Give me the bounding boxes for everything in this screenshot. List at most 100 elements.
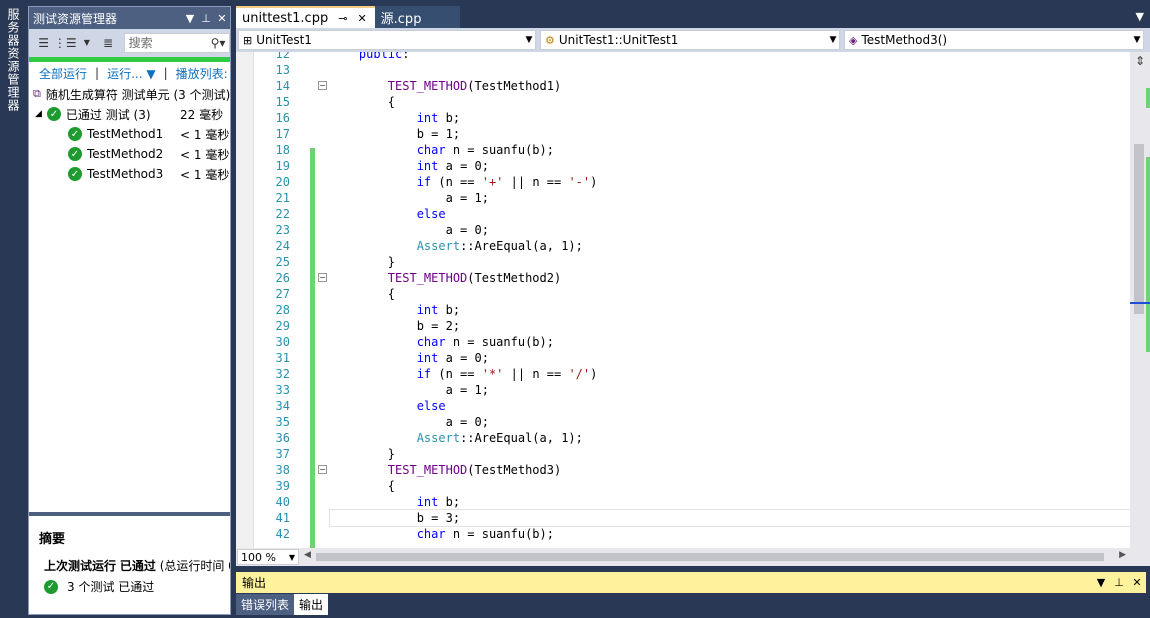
- code-lines[interactable]: public: TEST_METHOD(TestMethod1) { int b…: [329, 52, 1131, 542]
- code-line[interactable]: public:: [330, 52, 1130, 62]
- scroll-change-marker: [1146, 157, 1150, 352]
- server-explorer-tab[interactable]: 服务器资源管理器: [0, 0, 27, 618]
- test-row[interactable]: ✓ TestMethod2 < 1 毫秒: [29, 144, 230, 164]
- line-number: 17: [275, 127, 290, 141]
- test-row[interactable]: ✓ TestMethod1 < 1 毫秒: [29, 124, 230, 144]
- tab-output[interactable]: 输出: [294, 594, 329, 615]
- editor-bottom-bar: 100 % ▼ ◀ ▶: [236, 548, 1150, 566]
- code-line[interactable]: b = 3;: [329, 509, 1131, 527]
- class-dropdown[interactable]: ⚙ UnitTest1::UnitTest1 ▼: [540, 30, 840, 50]
- code-line[interactable]: int b;: [330, 302, 1130, 318]
- passed-group-row[interactable]: ◢ ✓ 已通过 测试 (3) 22 毫秒: [29, 104, 230, 124]
- code-line[interactable]: Assert::AreEqual(a, 1);: [330, 238, 1130, 254]
- code-line[interactable]: if (n == '+' || n == '-'): [330, 174, 1130, 190]
- code-line[interactable]: char n = suanfu(b);: [330, 526, 1130, 542]
- code-line[interactable]: int b;: [330, 494, 1130, 510]
- horizontal-scrollbar[interactable]: ◀ ▶: [302, 548, 1130, 566]
- code-line[interactable]: TEST_METHOD(TestMethod2): [330, 270, 1130, 286]
- panel-dropdown-icon[interactable]: ▼: [1092, 576, 1110, 589]
- vertical-scrollbar[interactable]: ⇕: [1130, 52, 1150, 548]
- columns-icon[interactable]: ≣: [99, 34, 116, 52]
- zoom-dropdown[interactable]: 100 % ▼: [237, 549, 299, 565]
- caret-position-marker: [1130, 302, 1150, 304]
- line-number: 23: [275, 223, 290, 237]
- close-icon[interactable]: ✕: [357, 12, 366, 25]
- code-text-area[interactable]: 12 13 14 15 16 17 18 19 20 21 22 23 24 25 26 27 28 29 30 31…: [236, 52, 1150, 548]
- code-line[interactable]: int a = 0;: [330, 158, 1130, 174]
- passed-group-time: 22 毫秒: [180, 107, 224, 122]
- panel-dropdown-icon[interactable]: ▼: [182, 12, 198, 25]
- tab-error-list[interactable]: 错误列表: [236, 594, 295, 615]
- filter-dropdown-icon[interactable]: ▼: [78, 34, 95, 52]
- test-time: < 1 毫秒: [180, 167, 230, 182]
- test-row[interactable]: ✓ TestMethod3 < 1 毫秒: [29, 164, 230, 184]
- code-line[interactable]: TEST_METHOD(TestMethod1): [330, 78, 1130, 94]
- split-icon[interactable]: ⇕: [1132, 54, 1148, 68]
- tab-unittest1[interactable]: unittest1.cpp ⊸ ✕: [236, 6, 375, 28]
- line-number: 33: [275, 383, 290, 397]
- code-line[interactable]: }: [330, 446, 1130, 462]
- pin-icon[interactable]: ⊥: [1110, 576, 1128, 589]
- line-number: 13: [275, 63, 290, 77]
- code-line[interactable]: a = 0;: [330, 222, 1130, 238]
- code-line[interactable]: b = 1;: [330, 126, 1130, 142]
- run-all-link[interactable]: 全部运行: [39, 65, 87, 82]
- code-line[interactable]: a = 0;: [330, 414, 1130, 430]
- code-line[interactable]: int a = 0;: [330, 350, 1130, 366]
- code-line[interactable]: [330, 62, 1130, 78]
- code-line[interactable]: Assert::AreEqual(a, 1);: [330, 430, 1130, 446]
- test-search-input[interactable]: 搜索 ⚲▾: [123, 32, 230, 53]
- test-project-icon: ⧉: [33, 87, 41, 100]
- indicator-margin[interactable]: [236, 52, 254, 548]
- line-number: 18: [275, 143, 290, 157]
- line-number: 30: [275, 335, 290, 349]
- last-run-status: 已通过: [119, 559, 156, 573]
- line-number: 36: [275, 431, 290, 445]
- pass-icon: ✓: [68, 167, 82, 181]
- bottom-tool-tabs: 错误列表 输出: [236, 594, 329, 616]
- collapse-arrow-icon[interactable]: ◢: [35, 109, 42, 119]
- code-line[interactable]: {: [330, 94, 1130, 110]
- code-line[interactable]: a = 1;: [330, 382, 1130, 398]
- search-icon[interactable]: ⚲▾: [207, 36, 229, 50]
- collapse-region-icon[interactable]: −: [318, 465, 327, 474]
- project-row[interactable]: ⧉ 随机生成算符 测试单元 (3 个测试): [29, 84, 230, 104]
- chevron-down-icon: ▼: [829, 35, 837, 45]
- scroll-left-icon[interactable]: ◀: [304, 550, 311, 560]
- collapse-region-icon[interactable]: −: [318, 81, 327, 90]
- sort-icon[interactable]: ⋮☰: [54, 34, 77, 52]
- code-line[interactable]: b = 2;: [330, 318, 1130, 334]
- code-line[interactable]: char n = suanfu(b);: [330, 142, 1130, 158]
- test-explorer-panel: 测试资源管理器 ▼ ⊥ ✕ ☰ ⋮☰ ▼ ≣ 搜索 ⚲▾ 全部运行 | 运行..…: [28, 6, 231, 615]
- pin-icon[interactable]: ⊥: [198, 12, 214, 25]
- summary-result: ✓ 3 个测试 已通过: [44, 578, 230, 595]
- group-by-icon[interactable]: ☰: [35, 34, 52, 52]
- code-line[interactable]: a = 1;: [330, 190, 1130, 206]
- code-line[interactable]: int b;: [330, 110, 1130, 126]
- line-number: 26: [275, 271, 290, 285]
- code-line[interactable]: }: [330, 254, 1130, 270]
- code-line[interactable]: else: [330, 398, 1130, 414]
- scroll-right-icon[interactable]: ▶: [1119, 550, 1126, 560]
- passed-group-label: 已通过 测试 (3): [65, 107, 151, 122]
- close-icon[interactable]: ✕: [214, 12, 230, 25]
- code-line[interactable]: {: [330, 286, 1130, 302]
- horizontal-scroll-thumb[interactable]: [316, 553, 1104, 561]
- code-line[interactable]: else: [330, 206, 1130, 222]
- pin-icon[interactable]: ⊸: [338, 12, 347, 25]
- playlist-link[interactable]: 播放列表: ...: [176, 65, 230, 82]
- tabs-dropdown-icon[interactable]: ▼: [1136, 10, 1144, 23]
- test-summary: 摘要 上次测试运行 已通过 (总运行时间 0 ✓ 3 个测试 已通过: [29, 512, 230, 614]
- code-line[interactable]: if (n == '*' || n == '/'): [330, 366, 1130, 382]
- method-dropdown[interactable]: ◈ TestMethod3() ▼: [844, 30, 1144, 50]
- collapse-region-icon[interactable]: −: [318, 273, 327, 282]
- vertical-scroll-thumb[interactable]: [1134, 144, 1144, 314]
- code-line[interactable]: TEST_METHOD(TestMethod3): [330, 462, 1130, 478]
- code-line[interactable]: {: [330, 478, 1130, 494]
- code-line[interactable]: char n = suanfu(b);: [330, 334, 1130, 350]
- tab-source[interactable]: 源.cpp: [374, 6, 460, 28]
- close-icon[interactable]: ✕: [1128, 576, 1146, 589]
- outlining-margin: − − −: [316, 52, 330, 548]
- run-link[interactable]: 运行... ▼: [107, 65, 156, 82]
- scope-dropdown[interactable]: ⊞ UnitTest1 ▼: [238, 30, 536, 50]
